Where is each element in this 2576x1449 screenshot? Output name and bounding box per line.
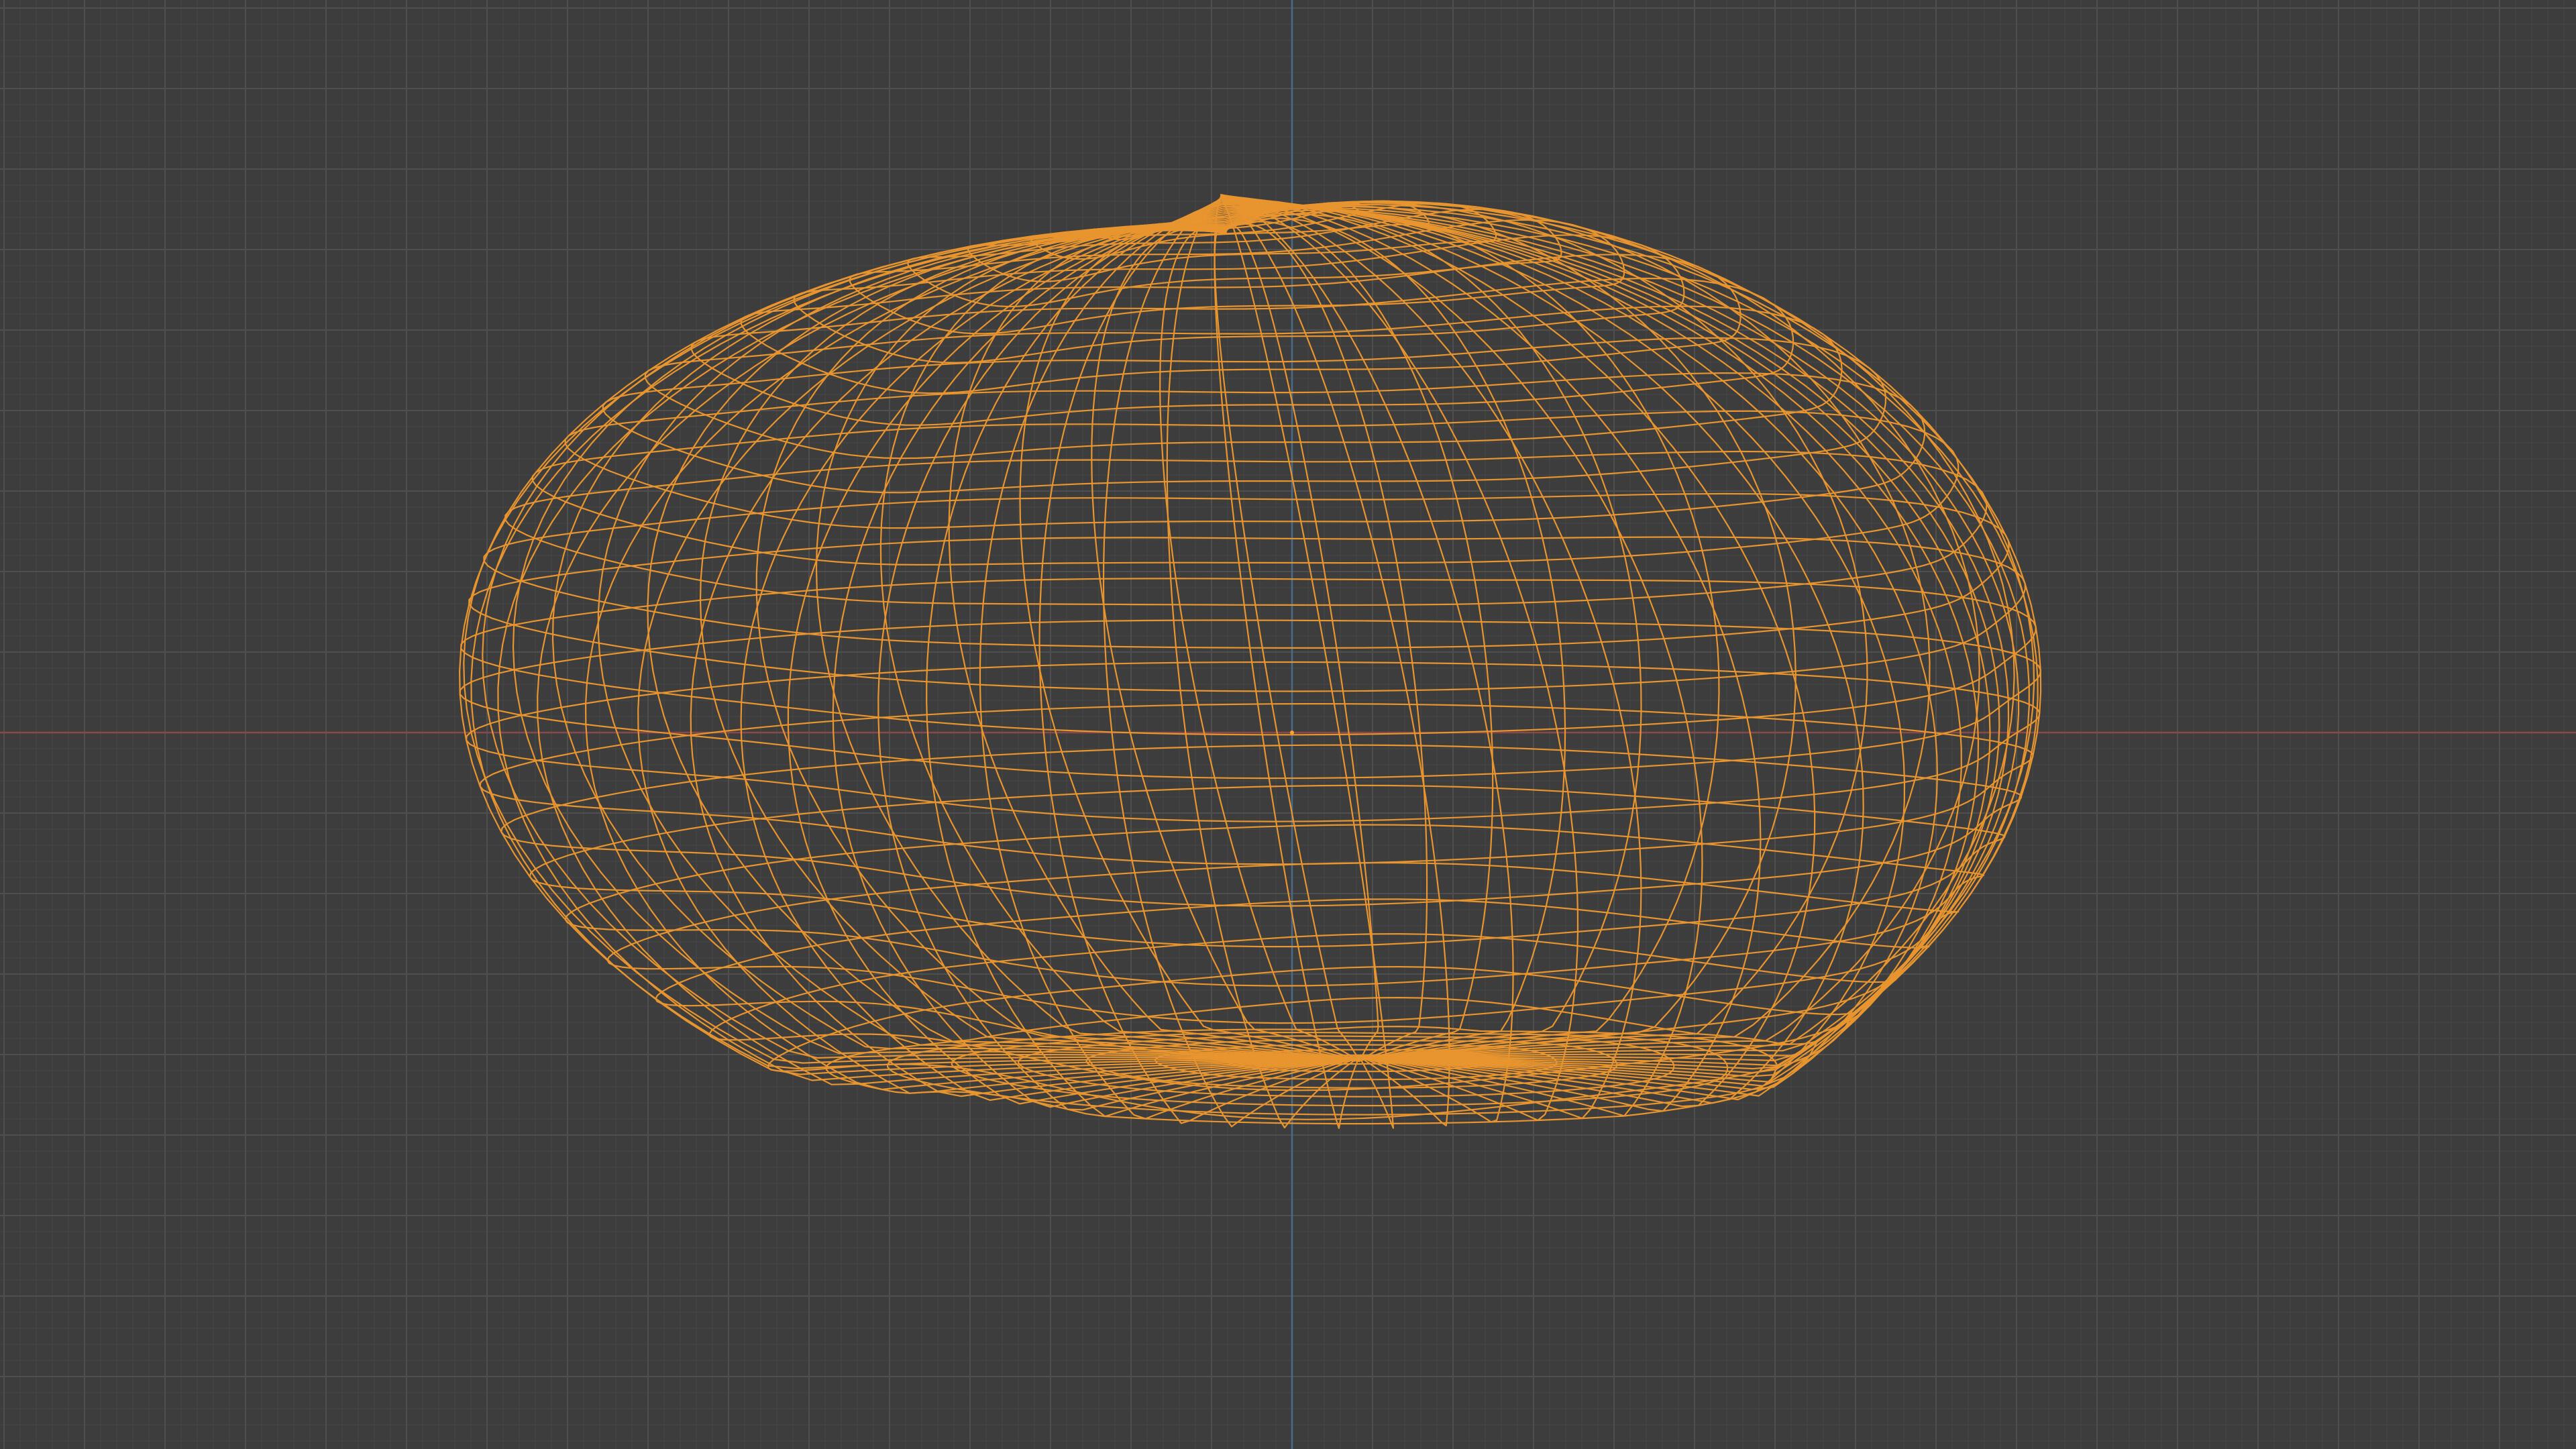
mesh-edge-meridian (512, 226, 1360, 1062)
mesh-edge-meridian (551, 227, 1360, 1062)
mesh-edge-meridian (537, 217, 1360, 1085)
mesh-edge-meridian (463, 223, 1360, 1064)
mesh-edge-ring (459, 619, 2041, 780)
3d-viewport[interactable] (0, 0, 2576, 1449)
mesh-edge-meridian (1223, 203, 2035, 1060)
mesh-edge-meridian (1224, 205, 1796, 1061)
mesh-edge-meridian (1214, 225, 1361, 1062)
mesh-edge-ring (602, 337, 1887, 494)
viewport-canvas[interactable] (0, 0, 2576, 1449)
mesh-edge-ring (465, 661, 2041, 822)
wireframe-mesh[interactable] (458, 194, 2042, 1129)
mesh-edge-meridian (1225, 209, 1720, 1061)
mesh-edge-meridian (482, 225, 1360, 1061)
mesh-edge-ring (479, 702, 2034, 865)
mesh-edge-ring (460, 578, 2037, 736)
mesh-edge-meridian (1225, 213, 1642, 1061)
mesh-edge-meridian (647, 229, 1360, 1062)
object-origin-dot (1290, 731, 1294, 735)
mesh-edge-meridian (1221, 199, 1980, 1087)
